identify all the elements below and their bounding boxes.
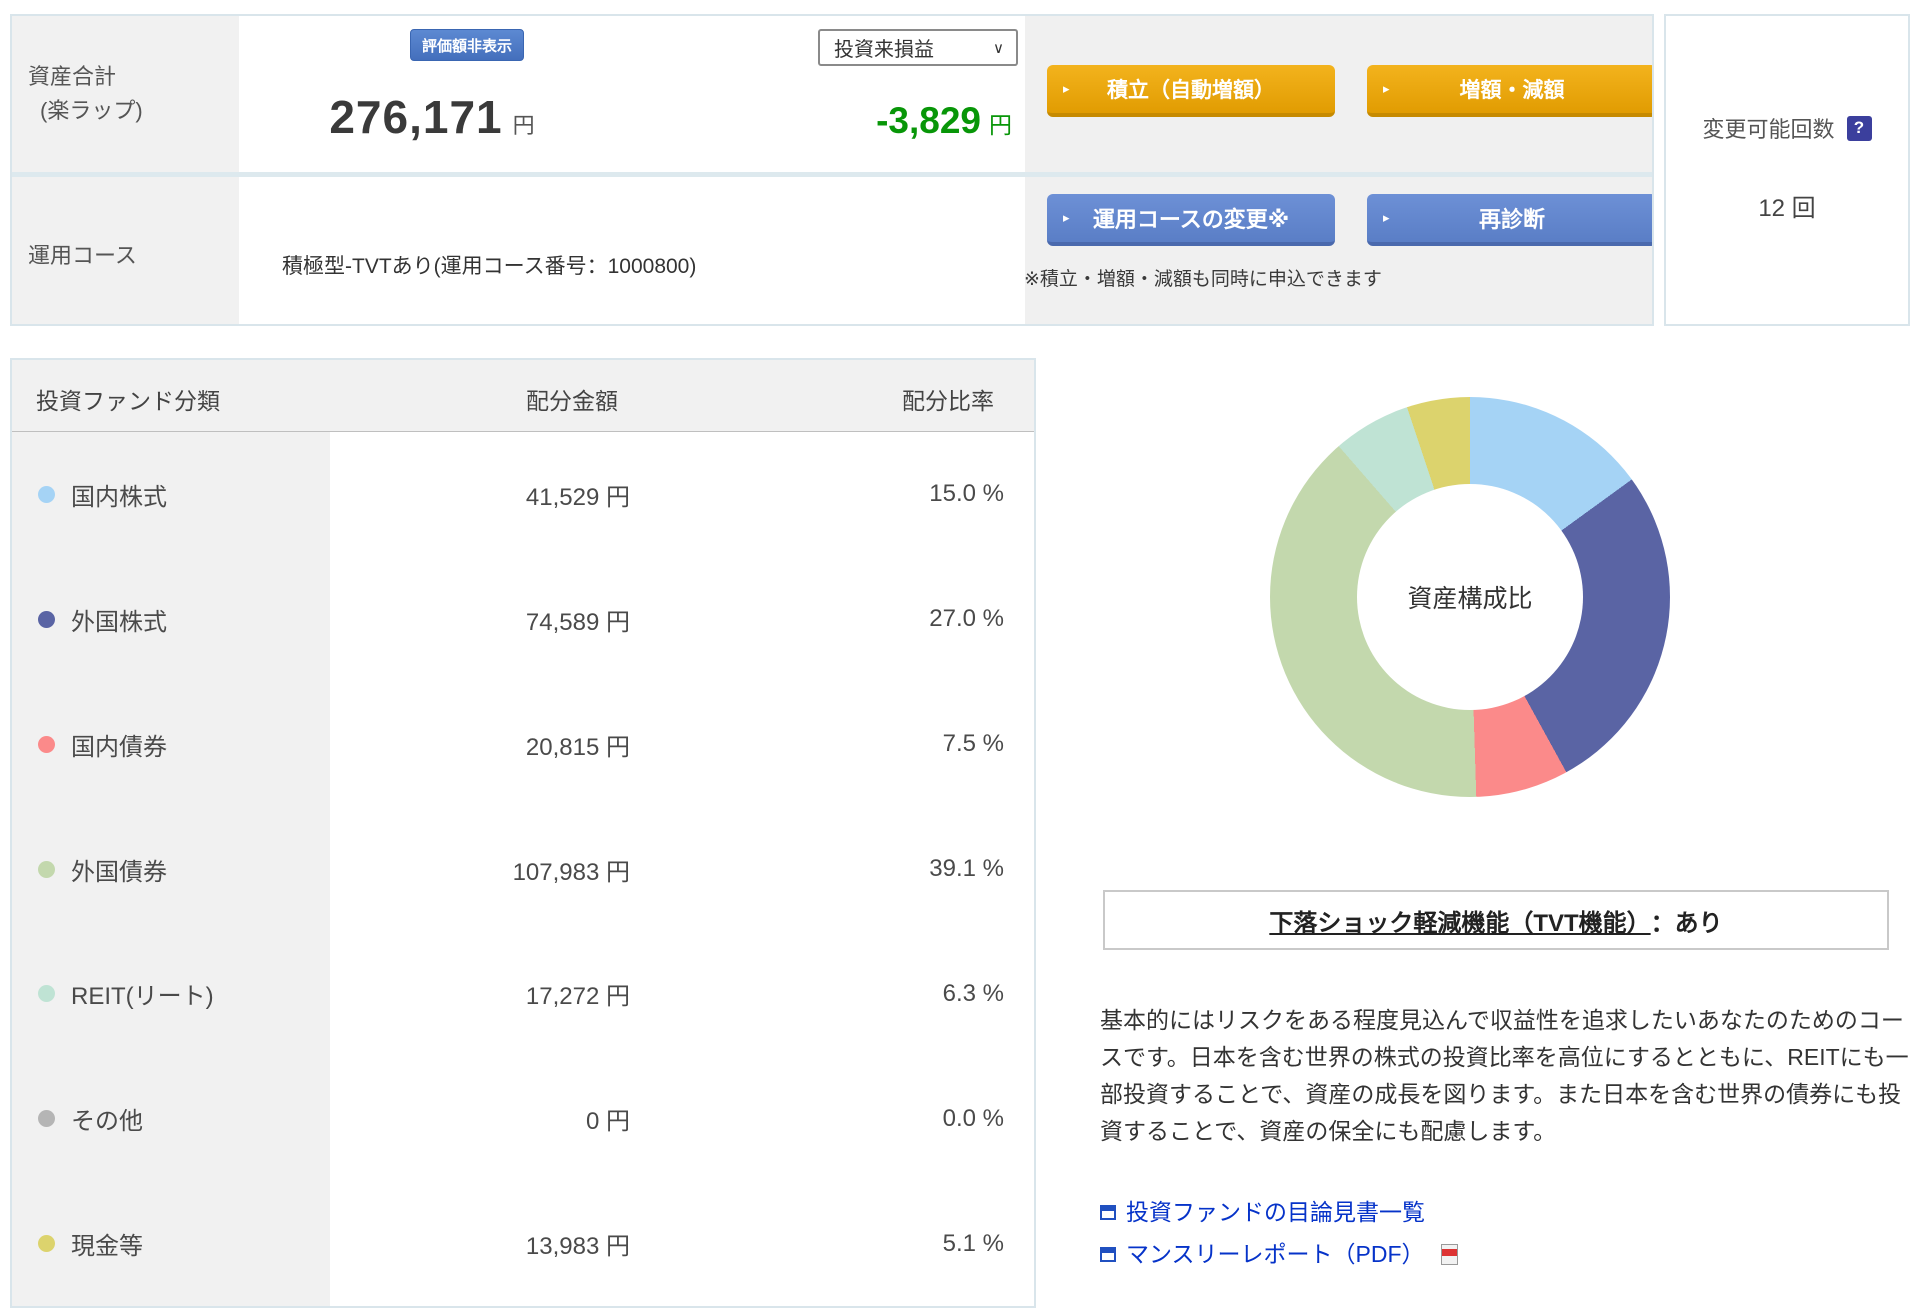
rediagnosis-button-label: 再診断 [1479, 202, 1545, 234]
profit-loss-dropdown[interactable]: 投資来損益 ∨ [818, 29, 1018, 66]
category-label: その他 [71, 1101, 143, 1136]
arrow-right-icon: ▸ [1063, 210, 1070, 226]
hide-valuation-button[interactable]: 評価額非表示 [410, 29, 524, 61]
links-block: 投資ファンドの目論見書一覧 マンスリーレポート（PDF） [1100, 1196, 1458, 1280]
ratio-value: 0.0 % [630, 1105, 1034, 1133]
rediagnosis-button[interactable]: ▸ 再診断 [1367, 194, 1654, 246]
category-label: 国内債券 [71, 727, 167, 762]
profit-loss-amount: -3,829 [876, 100, 981, 141]
donut-center-label: 資産構成比 [1357, 484, 1583, 710]
amount-value: 0 円 [330, 1101, 630, 1136]
course-change-button-label: 運用コースの変更※ [1093, 202, 1289, 234]
window-icon [1100, 1205, 1116, 1220]
allocation-table: 投資ファンド分類 配分金額 配分比率 国内株式 41,529 円 15.0 % … [10, 358, 1036, 1308]
arrow-right-icon: ▸ [1383, 81, 1390, 97]
course-value: 積極型-TVTあり(運用コース番号：1000800) [282, 250, 696, 280]
change-limit-panel: 変更可能回数 ? 12 回 [1664, 14, 1910, 326]
amount-value: 74,589 円 [330, 602, 630, 637]
table-row: 外国株式 74,589 円 27.0 % [12, 557, 1034, 682]
table-row: 現金等 13,983 円 5.1 % [12, 1181, 1034, 1306]
category-dot [38, 486, 55, 503]
chevron-down-icon: ∨ [993, 39, 1004, 57]
total-asset-unit: 円 [513, 113, 535, 138]
category-dot [38, 736, 55, 753]
table-row: REIT(リート) 17,272 円 6.3 % [12, 931, 1034, 1056]
table-row: 外国債券 107,983 円 39.1 % [12, 807, 1034, 932]
tsumitate-button-label: 積立（自動増額） [1107, 74, 1275, 104]
window-icon [1100, 1247, 1116, 1262]
monthly-report-link-label: マンスリーレポート（PDF） [1126, 1238, 1425, 1270]
allocation-table-header: 投資ファンド分類 配分金額 配分比率 [12, 360, 1034, 432]
tvt-feature-box: 下落ショック軽減機能（TVT機能）：あり [1103, 890, 1889, 950]
ratio-value: 7.5 % [630, 730, 1034, 758]
table-row: 国内株式 41,529 円 15.0 % [12, 432, 1034, 557]
category-dot [38, 1235, 55, 1252]
category-label: 国内株式 [71, 477, 167, 512]
category-dot [38, 611, 55, 628]
asset-total-label-line2: (楽ラップ) [28, 94, 143, 128]
profit-loss-dropdown-value: 投資来損益 [834, 33, 934, 62]
header-category: 投資ファンド分類 [36, 382, 220, 416]
amount-value: 17,272 円 [330, 976, 630, 1011]
category-dot [38, 861, 55, 878]
ratio-value: 39.1 % [630, 855, 1034, 883]
zougaku-gengaku-button[interactable]: ▸ 増額・減額 [1367, 65, 1654, 117]
amount-value: 107,983 円 [330, 852, 630, 887]
ratio-value: 5.1 % [630, 1230, 1034, 1258]
amount-value: 13,983 円 [330, 1226, 630, 1261]
asset-summary-panel: 資産合計 (楽ラップ) 評価額非表示 276,171 円 投資来損益 ∨ -3,8… [10, 14, 1654, 326]
category-label: 外国債券 [71, 852, 167, 887]
course-description: 基本的にはリスクをある程度見込んで収益性を追求したいあなたのためのコースです。日… [1100, 1002, 1912, 1150]
amount-value: 20,815 円 [330, 727, 630, 762]
category-label: 外国株式 [71, 602, 167, 637]
category-dot [38, 985, 55, 1002]
arrow-right-icon: ▸ [1063, 81, 1070, 97]
help-icon[interactable]: ? [1847, 116, 1872, 141]
monthly-report-link[interactable]: マンスリーレポート（PDF） [1100, 1238, 1458, 1270]
category-dot [38, 1110, 55, 1127]
total-asset-amount: 276,171 [329, 91, 502, 143]
ratio-value: 6.3 % [630, 980, 1034, 1008]
zougaku-gengaku-button-label: 増額・減額 [1460, 74, 1565, 104]
course-change-button[interactable]: ▸ 運用コースの変更※ [1047, 194, 1335, 246]
asset-donut: 資産構成比 [1270, 397, 1670, 797]
ratio-value: 15.0 % [630, 480, 1034, 508]
asset-total-label: 資産合計 (楽ラップ) [28, 60, 143, 128]
simultaneous-application-note: ※積立・増額・減額も同時に申込できます [1024, 264, 1382, 291]
asset-total-label-line1: 資産合計 [28, 60, 143, 94]
tvt-feature-title: 下落ショック軽減機能（TVT機能） [1269, 903, 1650, 938]
amount-value: 41,529 円 [330, 477, 630, 512]
pdf-icon [1441, 1244, 1458, 1265]
tvt-feature-status: ：あり [1651, 903, 1723, 938]
profit-loss-value: -3,829 円 [702, 100, 1012, 142]
table-row: その他 0 円 0.0 % [12, 1056, 1034, 1181]
total-asset-value: 276,171 円 [262, 90, 602, 144]
category-label: REIT(リート) [71, 976, 214, 1011]
change-limit-label: 変更可能回数 [1702, 112, 1834, 144]
tsumitate-button[interactable]: ▸ 積立（自動増額） [1047, 65, 1335, 117]
prospectus-link[interactable]: 投資ファンドの目論見書一覧 [1100, 1196, 1458, 1228]
summary-row-divider [12, 172, 1652, 177]
table-row: 国内債券 20,815 円 7.5 % [12, 682, 1034, 807]
arrow-right-icon: ▸ [1383, 210, 1390, 226]
ratio-value: 27.0 % [630, 605, 1034, 633]
course-label: 運用コース [28, 238, 137, 270]
change-limit-value: 12 回 [1666, 188, 1908, 223]
header-ratio: 配分比率 [902, 382, 994, 416]
header-amount: 配分金額 [452, 382, 692, 416]
category-label: 現金等 [71, 1226, 143, 1261]
prospectus-link-label: 投資ファンドの目論見書一覧 [1126, 1196, 1425, 1228]
profit-loss-unit: 円 [989, 112, 1012, 138]
